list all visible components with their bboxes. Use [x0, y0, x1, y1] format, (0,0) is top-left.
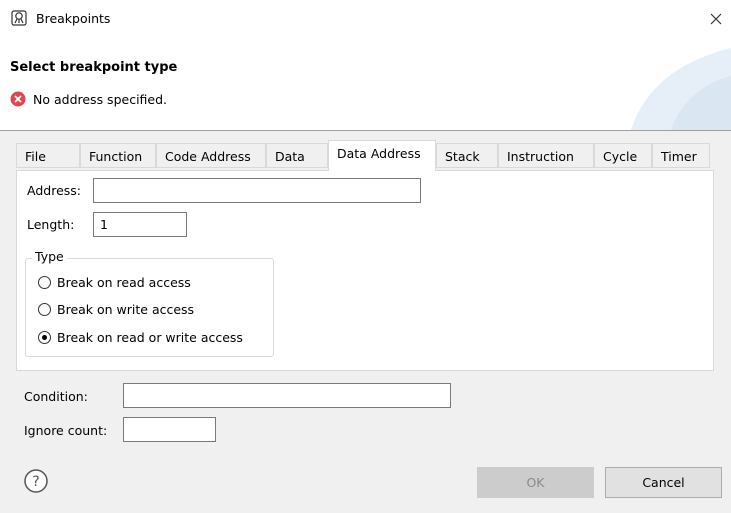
close-icon — [710, 13, 722, 25]
radio-button[interactable] — [38, 275, 51, 289]
radio-label: Break on read or write access — [57, 329, 243, 345]
ignore-count-field[interactable] — [123, 417, 216, 442]
tab-cycle[interactable]: Cycle — [594, 143, 652, 168]
error-icon — [10, 91, 26, 107]
radio-read-write-access[interactable]: Break on read or write access — [38, 327, 243, 347]
radio-label: Break on write access — [57, 301, 195, 317]
radio-write-access[interactable]: Break on write access — [38, 299, 194, 319]
ok-button[interactable]: OK — [477, 467, 594, 498]
svg-text:?: ? — [32, 474, 39, 490]
help-icon[interactable]: ? — [24, 469, 48, 493]
length-label: Length: — [27, 217, 75, 232]
tab-timer[interactable]: Timer — [652, 143, 710, 168]
condition-label: Condition: — [24, 389, 88, 404]
cancel-button[interactable]: Cancel — [605, 467, 722, 498]
tab-file[interactable]: File — [16, 143, 80, 168]
close-button[interactable] — [701, 0, 731, 38]
header-title: Select breakpoint type — [10, 60, 178, 75]
address-field[interactable] — [93, 178, 421, 203]
radio-button-selected[interactable] — [38, 330, 51, 344]
ignore-count-label: Ignore count: — [24, 423, 108, 438]
title-bar: Breakpoints — [0, 0, 731, 38]
radio-read-access[interactable]: Break on read access — [38, 272, 191, 292]
dialog-header: Select breakpoint type No address specif… — [0, 38, 731, 131]
tab-instruction[interactable]: Instruction — [498, 143, 594, 168]
address-label: Address: — [27, 183, 81, 198]
tab-function[interactable]: Function — [80, 143, 156, 168]
tab-code-address[interactable]: Code Address — [156, 143, 266, 168]
window-title: Breakpoints — [36, 11, 111, 26]
tab-stack[interactable]: Stack — [436, 143, 498, 168]
breakpoint-icon — [11, 10, 27, 26]
radio-button[interactable] — [38, 302, 51, 316]
radio-label: Break on read access — [57, 274, 191, 290]
error-message: No address specified. — [33, 92, 168, 107]
tab-data[interactable]: Data — [266, 143, 328, 168]
banner-decoration — [631, 48, 731, 130]
tab-data-address[interactable]: Data Address — [328, 140, 436, 171]
type-group-label: Type — [32, 249, 67, 264]
length-field[interactable] — [93, 212, 187, 237]
condition-field[interactable] — [123, 383, 451, 408]
